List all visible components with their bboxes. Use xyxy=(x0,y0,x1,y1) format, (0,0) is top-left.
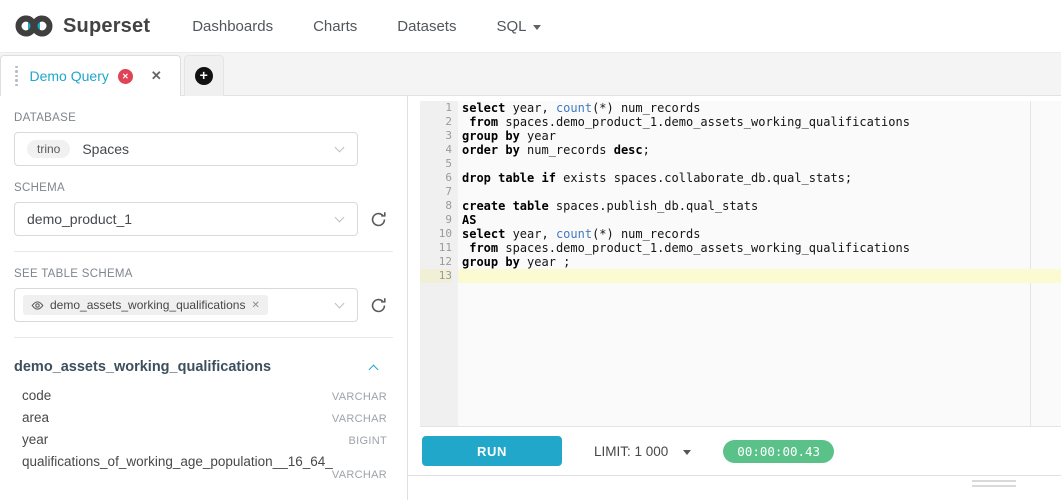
limit-label: LIMIT: 1 000 xyxy=(594,444,668,459)
code-line[interactable]: drop table if exists spaces.collaborate_… xyxy=(462,171,1061,185)
code-line[interactable]: from spaces.demo_product_1.demo_assets_w… xyxy=(462,115,1061,129)
selected-table-name: demo_assets_working_qualifications xyxy=(50,298,245,312)
see-table-schema-label: SEE TABLE SCHEMA xyxy=(14,268,393,280)
gutter-line-number: 11 xyxy=(420,241,452,255)
divider xyxy=(14,251,393,252)
refresh-schemas-button[interactable] xyxy=(367,208,389,230)
top-navbar: Superset Dashboards Charts Datasets SQL xyxy=(0,0,1061,53)
gutter-line-number: 8 xyxy=(420,199,452,213)
code-line[interactable] xyxy=(462,157,1061,171)
chevron-up-icon[interactable] xyxy=(369,364,379,374)
column-name: year xyxy=(22,432,48,447)
sql-code-editor[interactable]: 12345678910111213 select year, count(*) … xyxy=(420,101,1061,427)
column-type: BIGINT xyxy=(349,435,387,447)
database-value: Spaces xyxy=(82,141,129,157)
gutter-line-number: 4 xyxy=(420,143,452,157)
query-timer-badge: 00:00:00.43 xyxy=(723,440,834,463)
editor-toolbar: RUN LIMIT: 1 000 00:00:00.43 xyxy=(408,427,1061,475)
database-label: DATABASE xyxy=(14,112,393,124)
query-tabbar: Demo Query ✕ ✕ + xyxy=(0,53,1061,96)
remove-table-icon[interactable]: ✕ xyxy=(251,300,259,311)
plus-icon: + xyxy=(195,67,213,85)
sql-lab-sidebar: DATABASE trino Spaces SCHEMA demo_produc… xyxy=(0,96,407,500)
gutter-line-number: 7 xyxy=(420,185,452,199)
refresh-icon xyxy=(370,211,387,228)
run-button[interactable]: RUN xyxy=(422,436,562,466)
close-tab-icon[interactable]: ✕ xyxy=(151,68,162,84)
column-type: VARCHAR xyxy=(332,469,387,481)
superset-logo[interactable]: Superset xyxy=(14,13,150,39)
main-nav: Dashboards Charts Datasets SQL xyxy=(172,18,561,35)
table-name-title: demo_assets_working_qualifications xyxy=(14,359,271,375)
superset-infinity-icon xyxy=(14,13,54,39)
nav-item-sql[interactable]: SQL xyxy=(476,18,561,35)
gutter-line-number: 12 xyxy=(420,255,452,269)
south-pane-strip xyxy=(408,475,1061,500)
schema-column-row: year BIGINT xyxy=(14,428,393,450)
unsaved-close-icon[interactable]: ✕ xyxy=(118,69,133,84)
table-schema-select[interactable]: demo_assets_working_qualifications ✕ xyxy=(14,288,358,322)
engine-badge: trino xyxy=(27,140,70,158)
column-name: qualifications_of_working_age_population… xyxy=(22,454,333,469)
column-type: VARCHAR xyxy=(332,413,387,425)
caret-down-icon xyxy=(683,450,691,455)
column-list: code VARCHAR area VARCHAR year BIGINT qualific… xyxy=(14,384,393,484)
code-line[interactable] xyxy=(462,185,1061,199)
chevron-down-icon xyxy=(335,213,345,223)
refresh-icon xyxy=(370,297,387,314)
nav-item-dashboards[interactable]: Dashboards xyxy=(172,18,293,35)
code-line[interactable]: select year, count(*) num_records xyxy=(462,227,1061,241)
editor-code[interactable]: select year, count(*) num_records from s… xyxy=(458,101,1061,426)
code-line[interactable]: group by year xyxy=(462,129,1061,143)
schema-column-row: area VARCHAR xyxy=(14,406,393,428)
drag-dots-icon[interactable] xyxy=(15,66,18,87)
tab-label[interactable]: Demo Query xyxy=(30,68,109,84)
limit-dropdown[interactable]: LIMIT: 1 000 xyxy=(594,444,691,459)
refresh-tables-button[interactable] xyxy=(367,294,389,316)
nav-item-sql-label: SQL xyxy=(496,18,526,35)
nav-item-datasets[interactable]: Datasets xyxy=(377,18,476,35)
schema-label: SCHEMA xyxy=(14,182,393,194)
code-line[interactable]: create table spaces.publish_db.qual_stat… xyxy=(462,199,1061,213)
caret-down-icon xyxy=(533,25,541,30)
code-line[interactable]: group by year ; xyxy=(462,255,1061,269)
schema-select[interactable]: demo_product_1 xyxy=(14,202,358,236)
sql-lab-main: DATABASE trino Spaces SCHEMA demo_produc… xyxy=(0,96,1061,500)
schema-column-row: code VARCHAR xyxy=(14,384,393,406)
selected-table-tag: demo_assets_working_qualifications ✕ xyxy=(23,295,268,315)
drag-handle-icon[interactable] xyxy=(972,480,1016,490)
schema-column-row: qualifications_of_working_age_population… xyxy=(14,450,393,484)
gutter-line-number: 6 xyxy=(420,171,452,185)
schema-value: demo_product_1 xyxy=(27,211,132,227)
gutter-line-number: 13 xyxy=(420,269,452,283)
gutter-line-number: 3 xyxy=(420,129,452,143)
chevron-down-icon xyxy=(335,143,345,153)
column-name: area xyxy=(22,410,49,425)
gutter-line-number: 10 xyxy=(420,227,452,241)
brand-name: Superset xyxy=(63,15,150,38)
gutter-line-number: 1 xyxy=(420,101,452,115)
code-line[interactable]: AS xyxy=(462,213,1061,227)
editor-gutter: 12345678910111213 xyxy=(420,101,458,426)
nav-item-charts[interactable]: Charts xyxy=(293,18,377,35)
tab-demo-query[interactable]: Demo Query ✕ ✕ xyxy=(0,55,181,96)
eye-icon xyxy=(31,299,44,312)
add-tab-button[interactable]: + xyxy=(184,55,224,96)
gutter-line-number: 2 xyxy=(420,115,452,129)
divider xyxy=(14,337,393,338)
table-schema-header[interactable]: demo_assets_working_qualifications xyxy=(14,359,393,375)
chevron-down-icon xyxy=(335,299,345,309)
column-type: VARCHAR xyxy=(332,391,387,403)
sql-editor-pane: 12345678910111213 select year, count(*) … xyxy=(408,96,1061,500)
code-line[interactable]: order by num_records desc; xyxy=(462,143,1061,157)
gutter-line-number: 9 xyxy=(420,213,452,227)
column-name: code xyxy=(22,388,51,403)
code-line[interactable]: select year, count(*) num_records xyxy=(462,101,1061,115)
gutter-line-number: 5 xyxy=(420,157,452,171)
code-line[interactable]: from spaces.demo_product_1.demo_assets_w… xyxy=(462,241,1061,255)
code-line[interactable] xyxy=(458,269,1061,283)
database-select[interactable]: trino Spaces xyxy=(14,132,358,166)
